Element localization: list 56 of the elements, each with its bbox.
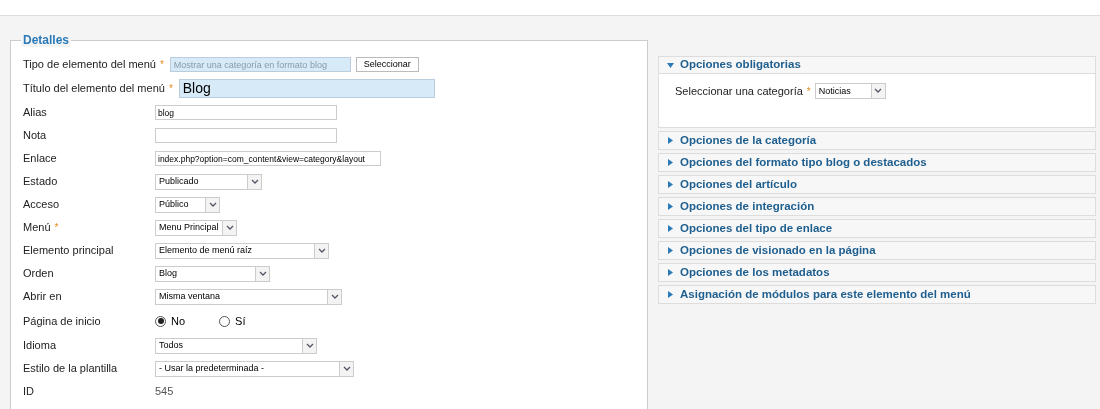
accordion-header[interactable]: Opciones de visionado en la página	[659, 242, 1095, 259]
field-label: Seleccionar una categoría	[675, 84, 803, 99]
field-label: Abrir en	[23, 289, 62, 305]
field-label: Acceso	[23, 197, 60, 213]
caret-right-icon	[667, 247, 674, 254]
dropdown[interactable]: Elemento de menú raíz	[155, 242, 329, 259]
field-label: Idioma	[23, 338, 57, 354]
caret-right-icon	[667, 269, 674, 276]
field-label: Página de inicio	[23, 313, 101, 329]
dropdown[interactable]: Público	[155, 196, 220, 213]
field-label: Tipo de elemento del menú	[23, 57, 156, 73]
accordion-header[interactable]: Opciones obligatorias	[659, 57, 1095, 74]
caret-right-icon	[667, 203, 674, 210]
field-label: Menú	[23, 220, 51, 236]
input-field[interactable]: Blog	[178, 79, 435, 98]
required-mark: *	[159, 58, 164, 72]
accordion-header[interactable]: Asignación de módulos para este elemento del menú	[659, 286, 1095, 303]
field-label: Alias	[23, 105, 47, 121]
accordion-header[interactable]: Opciones de integración	[659, 198, 1095, 215]
caret-right-icon	[667, 291, 674, 298]
dropdown[interactable]: Todos	[155, 337, 317, 354]
field-label: Elemento principal	[23, 243, 114, 259]
field-label: Estado	[23, 174, 58, 190]
caret-right-icon	[667, 181, 674, 188]
field-label: Enlace	[23, 151, 57, 167]
radio-option[interactable]: No	[155, 312, 186, 330]
caret-right-icon	[667, 137, 674, 144]
dropdown[interactable]: Noticias	[814, 83, 886, 100]
dropdown[interactable]: Misma ventana	[155, 288, 342, 305]
accordion-header[interactable]: Opciones de la categoría	[659, 132, 1095, 149]
required-mark: *	[168, 82, 173, 96]
dropdown[interactable]: Publicado	[155, 173, 262, 190]
input-field[interactable]	[155, 128, 337, 143]
select-button[interactable]: Seleccionar	[355, 57, 419, 72]
field-label: Orden	[23, 266, 54, 282]
field-label: Título del elemento del menú	[23, 81, 165, 97]
input-field[interactable]: blog	[155, 105, 337, 120]
accordion-header[interactable]: Opciones del tipo de enlace	[659, 220, 1095, 237]
accordion-header[interactable]: Opciones del artículo	[659, 176, 1095, 193]
dropdown[interactable]: Blog	[155, 265, 270, 282]
field-label: ID	[23, 384, 34, 400]
radio-option[interactable]: Sí	[219, 312, 246, 330]
required-mark: *	[806, 84, 811, 99]
dropdown[interactable]: Menu Principal	[155, 219, 237, 236]
input-field[interactable]: index.php?option=com_content&view=category&layout	[155, 151, 381, 166]
accordion-header[interactable]: Opciones de los metadatos	[659, 264, 1095, 281]
field-label: Estilo de la plantilla	[23, 361, 118, 377]
caret-right-icon	[667, 225, 674, 232]
caret-down-icon	[667, 61, 674, 69]
accordion-header[interactable]: Opciones del formato tipo blog o destacados	[659, 154, 1095, 171]
id-value: 545	[155, 384, 174, 400]
caret-right-icon	[667, 159, 674, 166]
fieldset-legend: Detalles	[21, 33, 72, 47]
required-mark: *	[54, 221, 59, 235]
dropdown[interactable]: - Usar la predeterminada -	[155, 360, 354, 377]
field-label: Nota	[23, 128, 47, 144]
